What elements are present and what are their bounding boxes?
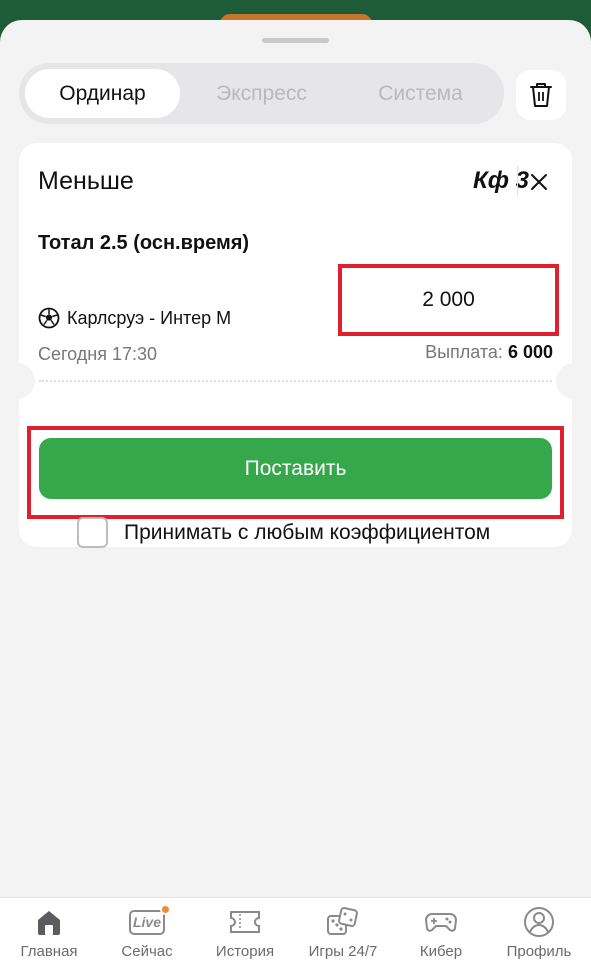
bet-type-tabs: Ординар Экспресс Система (19, 63, 504, 124)
event-info: Карлсруэ - Интер М (38, 307, 231, 329)
profile-icon (523, 906, 555, 938)
event-name: Карлсруэ - Интер М (67, 307, 232, 328)
gamepad-icon (424, 906, 458, 938)
payout-value: 6 000 (507, 342, 553, 362)
nav-games-label: Игры 24/7 (308, 943, 378, 960)
soccer-ball-icon (38, 307, 60, 329)
betslip-sheet: Ординар Экспресс Система Меньше Кф 3 Тот… (0, 20, 591, 973)
stake-input[interactable]: 2 000 (349, 274, 548, 326)
clear-betslip-button[interactable] (516, 70, 566, 120)
tab-single[interactable]: Ординар (25, 69, 180, 118)
live-badge: Live (129, 909, 165, 935)
accept-any-odds[interactable]: Принимать с любым коэффициентом (77, 517, 490, 548)
trash-icon (530, 83, 552, 107)
nav-history[interactable]: История (196, 898, 294, 973)
coefficient-label: Кф 3 (472, 167, 529, 194)
nav-games[interactable]: Игры 24/7 (294, 898, 392, 973)
remove-bet-button[interactable] (524, 167, 554, 197)
bet-card: Меньше Кф 3 Тотал 2.5 (осн.время) 2 000 … (0, 143, 591, 548)
payout: Выплата: 6 000 (425, 342, 553, 363)
stake-input-highlight: 2 000 (338, 264, 559, 336)
nav-cyber[interactable]: Кибер (392, 898, 490, 973)
nav-home-label: Главная (20, 943, 78, 960)
card-notch-left (0, 363, 35, 399)
live-indicator-dot (160, 904, 171, 915)
bottom-navigation: Главная Live Сейчас История Игры 24/7 Ки… (0, 897, 591, 973)
dotted-separator (39, 380, 552, 382)
live-icon: Live (129, 904, 171, 938)
accept-any-odds-label: Принимать с любым коэффициентом (124, 520, 491, 544)
payout-label: Выплата: (425, 342, 503, 362)
event-time: Сегодня 17:30 (38, 344, 158, 364)
ticket-icon (228, 906, 262, 938)
nav-cyber-label: Кибер (419, 943, 463, 960)
accept-any-odds-checkbox[interactable] (77, 517, 108, 548)
nav-history-label: История (215, 943, 275, 960)
nav-live-label: Сейчас (121, 943, 173, 960)
nav-profile[interactable]: Профиль (490, 898, 588, 973)
dice-icon (326, 906, 360, 938)
card-notch-right (556, 363, 591, 399)
divider (517, 165, 518, 197)
home-icon (34, 906, 64, 938)
nav-home[interactable]: Главная (0, 898, 98, 973)
market-name: Тотал 2.5 (осн.время) (38, 232, 250, 254)
nav-profile-label: Профиль (506, 943, 572, 960)
drag-handle[interactable] (262, 38, 329, 43)
place-bet-highlight: Поставить (27, 426, 564, 519)
tab-system[interactable]: Система (343, 69, 498, 118)
tab-express[interactable]: Экспресс (184, 69, 339, 118)
close-icon (531, 174, 547, 190)
place-bet-button[interactable]: Поставить (39, 438, 552, 499)
selection-title: Меньше (38, 167, 134, 195)
nav-live[interactable]: Live Сейчас (98, 898, 196, 973)
